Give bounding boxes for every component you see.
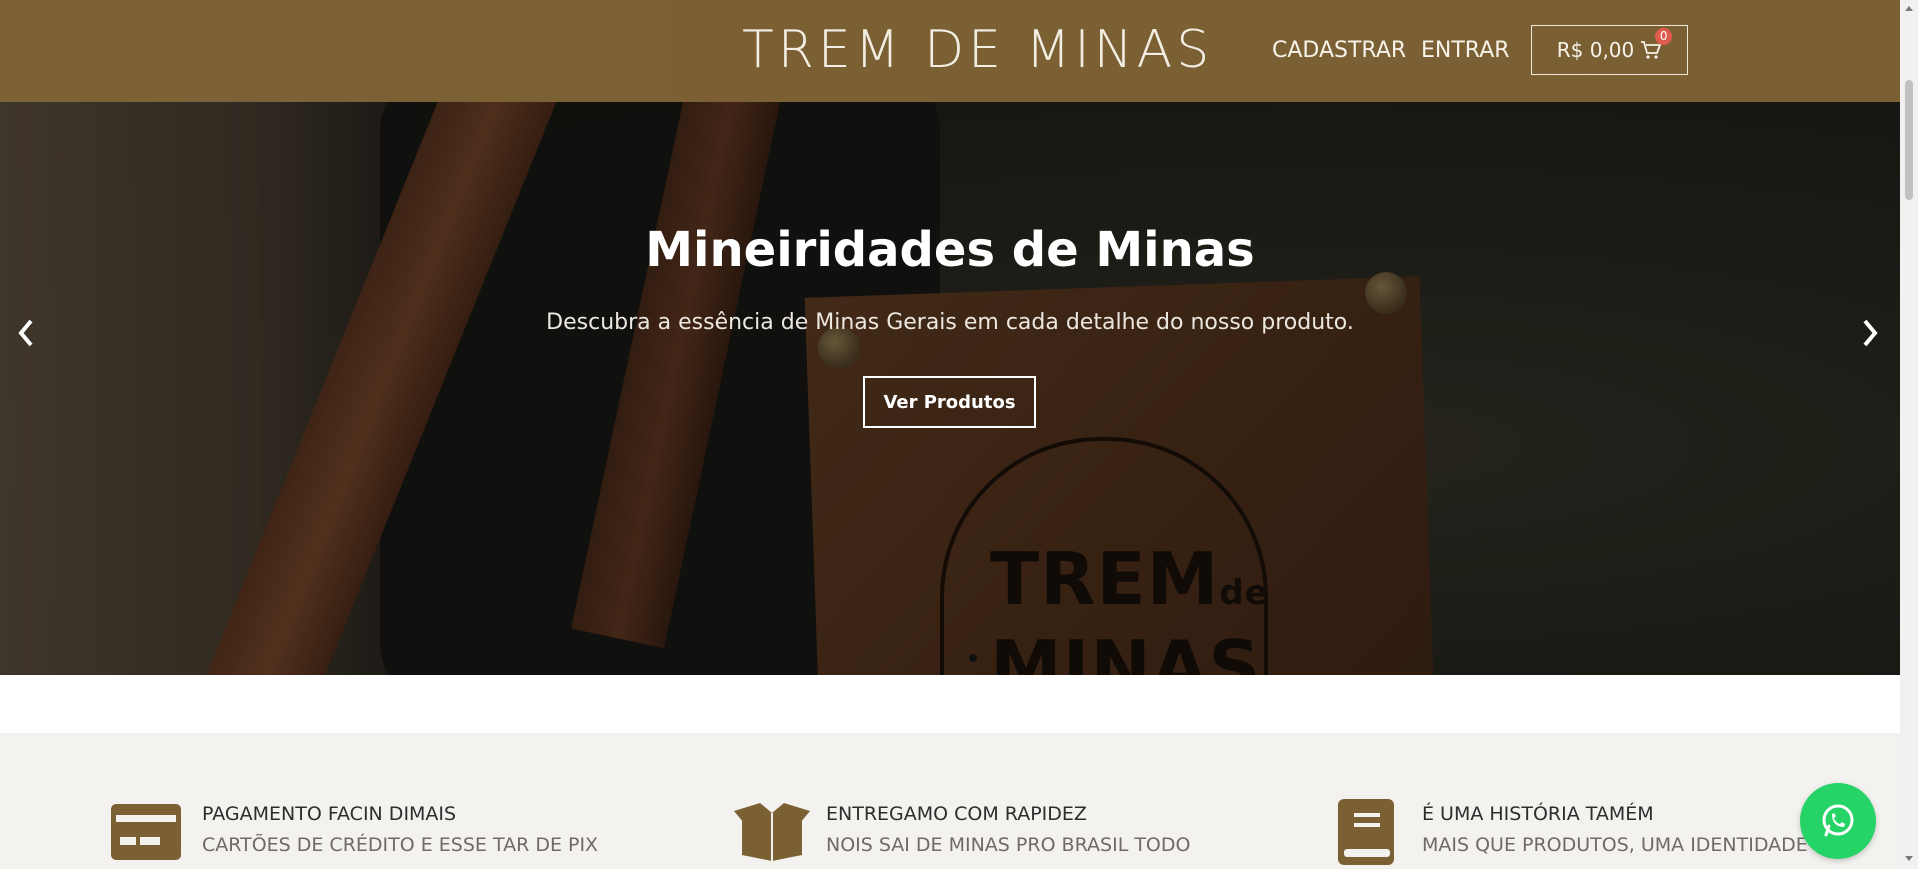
cart-total: R$ 0,00: [1556, 38, 1635, 62]
scroll-thumb[interactable]: [1905, 80, 1913, 200]
feature-title: ENTREGAMO COM RAPIDEZ: [826, 803, 1087, 825]
carousel-next-button[interactable]: [1860, 314, 1880, 358]
brand-logo[interactable]: TREM DE MINAS: [742, 20, 1213, 80]
feature-subtitle: NOIS SAI DE MINAS PRO BRASIL TODO: [826, 834, 1191, 856]
cart-count-badge: 0: [1655, 28, 1673, 45]
feature-title: É UMA HISTÓRIA TAMÉM: [1422, 803, 1654, 825]
features-strip: PAGAMENTO FACIN DIMAIS CARTÕES DE CRÉDIT…: [0, 733, 1900, 869]
feature-subtitle: MAIS QUE PRODUTOS, UMA IDENTIDADE: [1422, 834, 1808, 856]
hero-carousel: TREMde MINAS Mineiridades de Minas Descu…: [0, 102, 1900, 675]
login-link[interactable]: ENTRAR: [1421, 38, 1510, 63]
scroll-up-arrow[interactable]: [1905, 6, 1913, 11]
hero-subtitle: Descubra a essência de Minas Gerais em c…: [546, 310, 1354, 335]
book-icon: [1338, 799, 1394, 869]
chevron-left-icon: [18, 319, 33, 347]
credit-card-icon: [110, 803, 182, 865]
feature-title: PAGAMENTO FACIN DIMAIS: [202, 803, 457, 825]
site-header: TREM DE MINAS CADASTRAR ENTRAR R$ 0,00 0: [0, 0, 1900, 102]
whatsapp-button[interactable]: [1800, 783, 1876, 859]
page-scrollbar[interactable]: [1900, 0, 1918, 869]
feature-subtitle: CARTÕES DE CRÉDITO E ESSE TAR DE PIX: [202, 834, 599, 856]
register-link[interactable]: CADASTRAR: [1272, 38, 1406, 63]
cart-icon: 0: [1640, 28, 1673, 60]
view-products-button[interactable]: Ver Produtos: [863, 376, 1036, 428]
carousel-indicator[interactable]: [969, 654, 977, 662]
hero-title: Mineiridades de Minas: [645, 222, 1255, 278]
cart-button[interactable]: R$ 0,00 0: [1531, 25, 1688, 75]
carousel-prev-button[interactable]: [16, 314, 36, 358]
whatsapp-icon: [1822, 804, 1854, 837]
chevron-right-icon: [1863, 319, 1878, 347]
box-open-icon: [732, 801, 812, 865]
scroll-down-arrow[interactable]: [1905, 856, 1913, 861]
